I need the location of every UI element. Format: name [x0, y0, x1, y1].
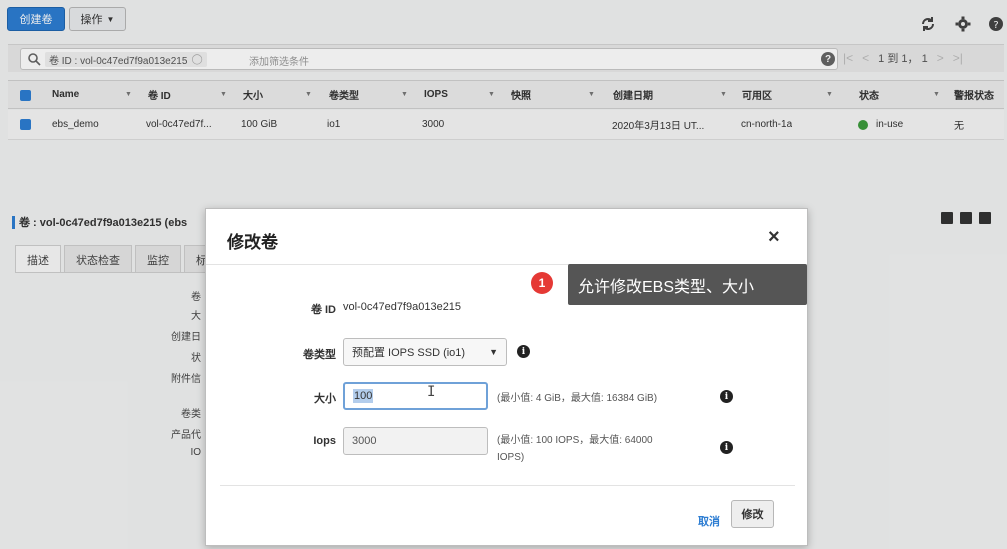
- size-hint: (最小值: 4 GiB，最大值: 16384 GiB): [497, 393, 658, 404]
- size-input[interactable]: 100: [343, 382, 488, 410]
- size-label: 大小: [314, 393, 336, 405]
- modify-volume-dialog: 修改卷 × 卷 ID vol-0c47ed7f9a013e215 卷类型 预配置…: [205, 208, 808, 546]
- volume-type-select[interactable]: 预配置 IOPS SSD (io1) ▼: [343, 338, 507, 366]
- cancel-button[interactable]: 取消: [698, 513, 720, 529]
- iops-input-value: 3000: [352, 435, 377, 447]
- chevron-down-icon: ▼: [489, 347, 498, 357]
- volume-type-label: 卷类型: [303, 349, 336, 361]
- info-icon[interactable]: i: [720, 390, 733, 403]
- iops-label: Iops: [313, 435, 336, 447]
- dialog-footer-divider: [220, 485, 795, 486]
- text-cursor-icon: I: [427, 384, 436, 400]
- close-icon[interactable]: ×: [768, 227, 780, 247]
- iops-hint: (最小值: 100 IOPS，最大值: 64000 IOPS): [497, 435, 653, 463]
- annotation-callout: 允许修改EBS类型、大小: [568, 264, 807, 305]
- annotation-badge: 1: [531, 272, 553, 294]
- info-icon[interactable]: i: [517, 345, 530, 358]
- dialog-title: 修改卷: [227, 233, 278, 252]
- volume-id-value: vol-0c47ed7f9a013e215: [343, 301, 462, 313]
- modify-button[interactable]: 修改: [731, 500, 774, 528]
- volume-type-value: 预配置 IOPS SSD (io1): [352, 347, 466, 359]
- iops-input[interactable]: 3000: [343, 427, 488, 455]
- dialog-header: 修改卷 ×: [206, 209, 807, 265]
- info-icon[interactable]: i: [720, 441, 733, 454]
- size-input-value: 100: [353, 389, 374, 403]
- volume-id-label: 卷 ID: [310, 304, 336, 316]
